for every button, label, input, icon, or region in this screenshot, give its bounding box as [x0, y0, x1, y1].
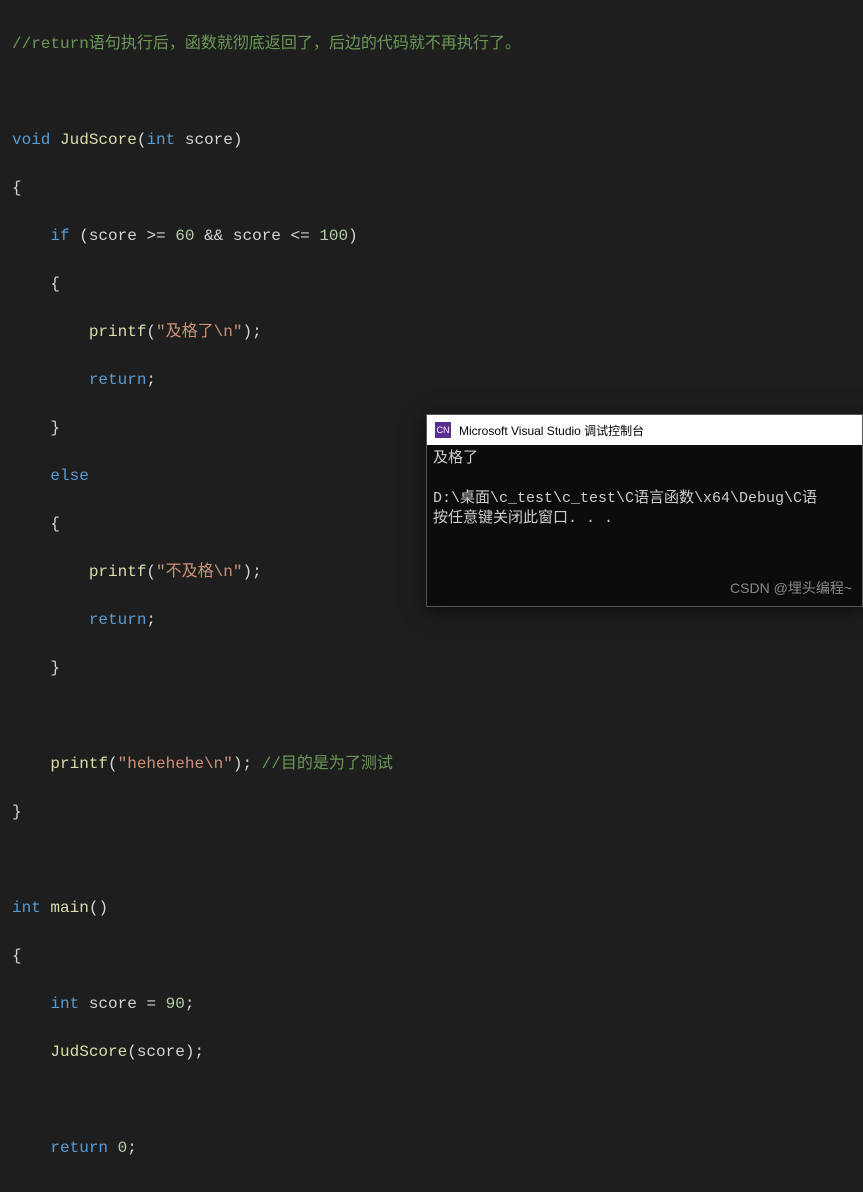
param-score: score — [185, 131, 233, 149]
console-output: 及格了 D:\桌面\c_test\c_test\C语言函数\x64\Debug\… — [427, 445, 862, 533]
keyword-else: else — [50, 467, 88, 485]
keyword-void: void — [12, 131, 50, 149]
comment-line: //return语句执行后，函数就彻底返回了，后边的代码就不再执行了。 — [12, 35, 521, 53]
func-printf: printf — [89, 323, 147, 341]
console-titlebar[interactable]: CN Microsoft Visual Studio 调试控制台 — [427, 415, 862, 445]
keyword-return: return — [89, 371, 147, 389]
func-judscore: JudScore — [60, 131, 137, 149]
string-pass: "及格了\n" — [156, 323, 242, 341]
comment-test: //目的是为了测试 — [252, 755, 393, 773]
var-score: score — [89, 995, 137, 1013]
watermark: CSDN @埋头编程~ — [730, 578, 852, 598]
console-title: Microsoft Visual Studio 调试控制台 — [459, 422, 644, 439]
debug-console-window[interactable]: CN Microsoft Visual Studio 调试控制台 及格了 D:\… — [426, 414, 863, 607]
string-hehe: "hehehehe\n" — [118, 755, 233, 773]
func-main: main — [50, 899, 88, 917]
keyword-if: if — [50, 227, 69, 245]
string-fail: "不及格\n" — [156, 563, 242, 581]
vs-icon: CN — [435, 422, 451, 438]
